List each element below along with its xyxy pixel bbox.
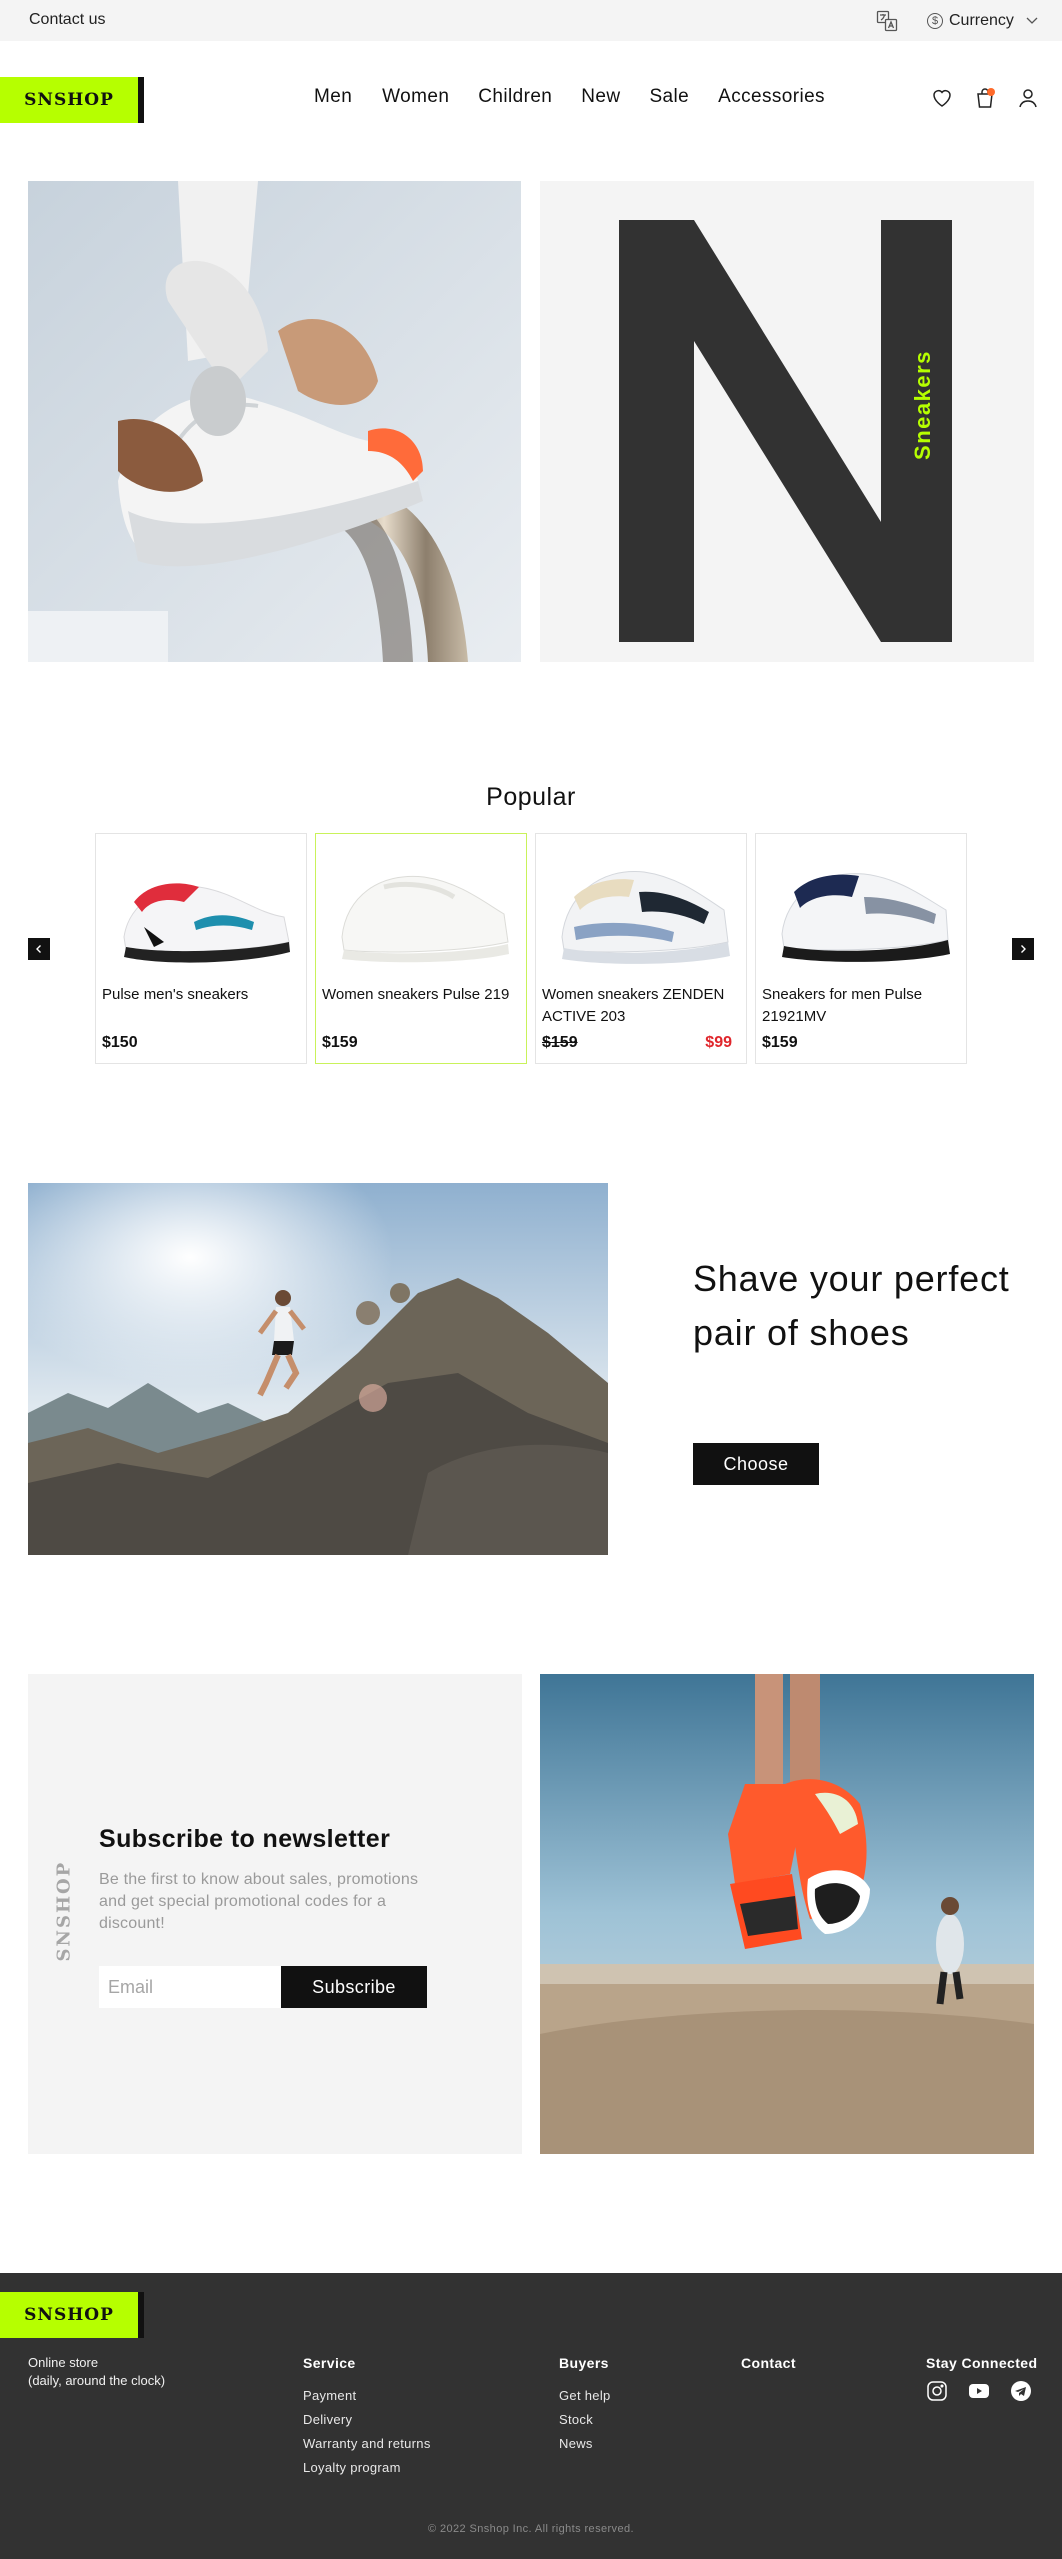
youtube-icon[interactable] (968, 2380, 990, 2402)
chevron-left-icon (36, 945, 41, 953)
popular-title: Popular (486, 783, 576, 811)
product-name[interactable]: Women sneakers Pulse 219 (322, 984, 522, 1006)
newsletter-description: Be the first to know about sales, promot… (99, 1871, 419, 1932)
footer-logo-text: SNSHOP (0, 2292, 138, 2338)
nav-item-new[interactable]: New (581, 86, 620, 108)
footer-buyers-title: Buyers (559, 2355, 609, 2371)
hero-letter-panel: Sneakers (540, 181, 1034, 662)
logo[interactable]: SNSHOP (0, 77, 144, 123)
footer-link-get-help[interactable]: Get help (559, 2384, 611, 2408)
product-price: $150 (102, 1034, 138, 1051)
online-store-line1: Online store (28, 2355, 99, 2370)
footer-link-warranty[interactable]: Warranty and returns (303, 2432, 431, 2456)
product-card[interactable]: Women sneakers ZENDEN ACTIVE 203 $159 $9… (535, 833, 747, 1064)
footer-link-delivery[interactable]: Delivery (303, 2408, 431, 2432)
product-image (104, 842, 300, 972)
product-card[interactable]: Sneakers for men Pulse 21921MV $159 (755, 833, 967, 1064)
hero-vertical-label: Sneakers (910, 350, 935, 460)
instagram-icon[interactable] (926, 2380, 948, 2402)
footer-logo[interactable]: SNSHOP (0, 2292, 144, 2338)
cart-icon[interactable] (973, 86, 997, 110)
top-bar: Contact us $ Currency (0, 0, 1062, 41)
footer-link-stock[interactable]: Stock (559, 2408, 611, 2432)
footer-buyers-links: Get help Stock News (559, 2384, 611, 2456)
footer-contact-title[interactable]: Contact (741, 2355, 796, 2371)
chevron-down-icon (1026, 12, 1038, 30)
carousel-next-button[interactable] (1012, 938, 1034, 960)
currency-selector[interactable]: $ Currency (927, 10, 1038, 32)
subscribe-button[interactable]: Subscribe (281, 1966, 427, 2008)
footer: SNSHOP Online store (daily, around the c… (0, 2273, 1062, 2559)
social-links (926, 2380, 1032, 2402)
nav-item-men[interactable]: Men (314, 86, 352, 108)
nav-item-women[interactable]: Women (382, 86, 449, 108)
footer-online-store: Online store (daily, around the clock) (28, 2354, 165, 2390)
product-name[interactable]: Pulse men's sneakers (102, 984, 302, 1006)
chevron-right-icon (1021, 945, 1026, 953)
newsletter-title: Subscribe to newsletter (99, 1825, 391, 1853)
main-nav: Men Women Children New Sale Accessories (314, 86, 825, 108)
product-card[interactable]: Women sneakers Pulse 219 $159 (315, 833, 527, 1064)
currency-label: Currency (949, 12, 1014, 29)
cart-badge (987, 88, 995, 96)
copyright: © 2022 Snshop Inc. All rights reserved. (428, 2523, 634, 2535)
footer-link-loyalty[interactable]: Loyalty program (303, 2456, 431, 2480)
product-image (764, 842, 960, 972)
footer-service-links: Payment Delivery Warranty and returns Lo… (303, 2384, 431, 2480)
hero-image (28, 181, 521, 662)
product-price: $159 (322, 1034, 358, 1051)
footer-link-news[interactable]: News (559, 2432, 611, 2456)
contact-us-link[interactable]: Contact us (29, 11, 105, 29)
footer-logo-bar (138, 2292, 144, 2338)
product-old-price: $159 (542, 1034, 578, 1051)
product-image (324, 842, 520, 972)
nav-item-accessories[interactable]: Accessories (718, 86, 825, 108)
nav-item-sale[interactable]: Sale (649, 86, 689, 108)
choose-button[interactable]: Choose (693, 1443, 819, 1485)
email-input[interactable] (99, 1966, 281, 2008)
header-icons (930, 86, 1040, 110)
product-name[interactable]: Women sneakers ZENDEN ACTIVE 203 (542, 984, 742, 1028)
product-price: $159 (762, 1034, 798, 1051)
newsletter-vertical-brand: SNSHOP (53, 1860, 75, 1962)
heart-icon[interactable] (930, 86, 954, 110)
product-image (544, 842, 740, 972)
footer-social-title: Stay Connected (926, 2355, 1038, 2371)
user-icon[interactable] (1016, 86, 1040, 110)
logo-text: SNSHOP (0, 77, 138, 123)
footer-service-title: Service (303, 2355, 356, 2371)
logo-bar (138, 77, 144, 123)
newsletter-image (540, 1674, 1034, 2154)
promo-title: Shave your perfect pair of shoes (693, 1258, 1010, 1353)
translate-icon[interactable] (876, 10, 898, 32)
dollar-circle-icon: $ (927, 13, 943, 29)
footer-link-payment[interactable]: Payment (303, 2384, 431, 2408)
product-card[interactable]: Pulse men's sneakers $150 (95, 833, 307, 1064)
carousel-prev-button[interactable] (28, 938, 50, 960)
product-sale-price: $99 (705, 1034, 732, 1051)
telegram-icon[interactable] (1010, 2380, 1032, 2402)
nav-item-children[interactable]: Children (478, 86, 552, 108)
promo-image (28, 1183, 608, 1555)
product-name[interactable]: Sneakers for men Pulse 21921MV (762, 984, 962, 1028)
online-store-line2: (daily, around the clock) (28, 2373, 166, 2388)
